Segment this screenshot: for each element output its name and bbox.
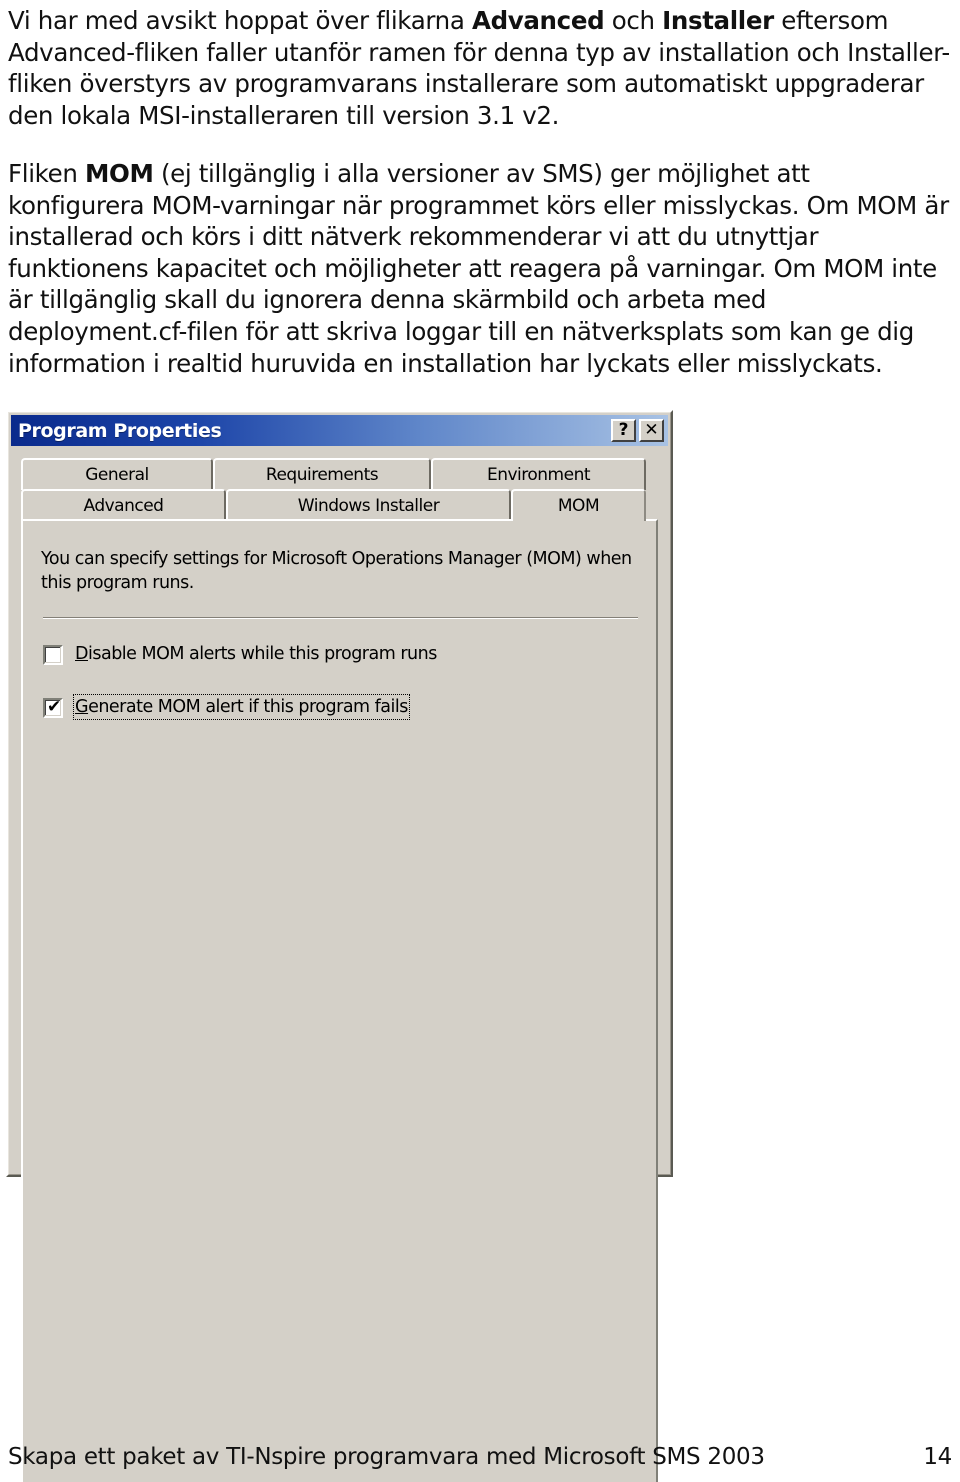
dialog-title: Program Properties (18, 419, 222, 442)
accel-char-generate: G (75, 697, 89, 717)
horizontal-separator (43, 617, 638, 619)
mom-description: You can specify settings for Microsoft O… (41, 549, 632, 593)
paragraph-intro: Vi har med avsikt hoppat över flikarna A… (8, 5, 952, 131)
tab-row-2: Advanced Windows Installer MOM (21, 489, 658, 521)
accel-char-disable: D (75, 644, 88, 664)
emphasis-run: MOM (84, 159, 154, 188)
paragraph-mom: Fliken MOM (ej tillgänglig i alla versio… (8, 158, 952, 379)
dialog-titlebar: Program Properties ? ✕ (11, 415, 668, 446)
tab-row-1: General Requirements Environment (21, 458, 658, 490)
footer-page-number: 14 (923, 1444, 952, 1470)
tab-page-mom: You can specify settings for Microsoft O… (21, 519, 658, 1482)
tab-requirements[interactable]: Requirements (213, 458, 431, 490)
tab-advanced[interactable]: Advanced (21, 489, 226, 521)
checkbox-disable-mom-alerts[interactable] (43, 645, 63, 665)
titlebar-buttons: ? ✕ (611, 419, 668, 442)
label-rest-disable: isable MOM alerts while this program run… (87, 644, 437, 664)
footer-title: Skapa ett paket av TI-Nspire programvara… (8, 1444, 765, 1470)
text-run: (ej tillgänglig i alla versioner av SMS)… (8, 159, 957, 378)
page-footer: Skapa ett paket av TI-Nspire programvara… (8, 1444, 952, 1470)
close-icon[interactable]: ✕ (639, 419, 664, 442)
checkbox-label-disable-mom-alerts: Disable MOM alerts while this program ru… (75, 643, 437, 665)
checkmark-icon: ✔ (47, 697, 62, 717)
text-run: Vi har med avsikt hoppat över flikarna (8, 6, 472, 35)
checkbox-row-disable-mom-alerts[interactable]: Disable MOM alerts while this program ru… (43, 643, 437, 665)
tab-mom[interactable]: MOM (511, 489, 646, 521)
text-run: och (604, 6, 663, 35)
label-rest-generate: enerate MOM alert if this program fails (88, 697, 408, 717)
checkbox-label-generate-mom-alert: Generate MOM alert if this program fails (73, 694, 410, 720)
tab-environment[interactable]: Environment (431, 458, 646, 490)
tab-strip: General Requirements Environment Advance… (21, 458, 658, 521)
text-run: Fliken (8, 159, 85, 188)
page: Vi har med avsikt hoppat över flikarna A… (0, 0, 960, 1482)
checkbox-generate-mom-alert[interactable]: ✔ (43, 697, 63, 718)
emphasis-run: Installer (662, 6, 774, 35)
checkbox-row-generate-mom-alert[interactable]: ✔ Generate MOM alert if this program fai… (43, 694, 410, 720)
program-properties-dialog: Program Properties ? ✕ General Requireme… (6, 410, 673, 1482)
emphasis-run: Advanced (471, 6, 605, 35)
tab-general[interactable]: General (21, 458, 213, 490)
help-icon[interactable]: ? (611, 419, 636, 442)
tab-windows-installer[interactable]: Windows Installer (226, 489, 511, 521)
